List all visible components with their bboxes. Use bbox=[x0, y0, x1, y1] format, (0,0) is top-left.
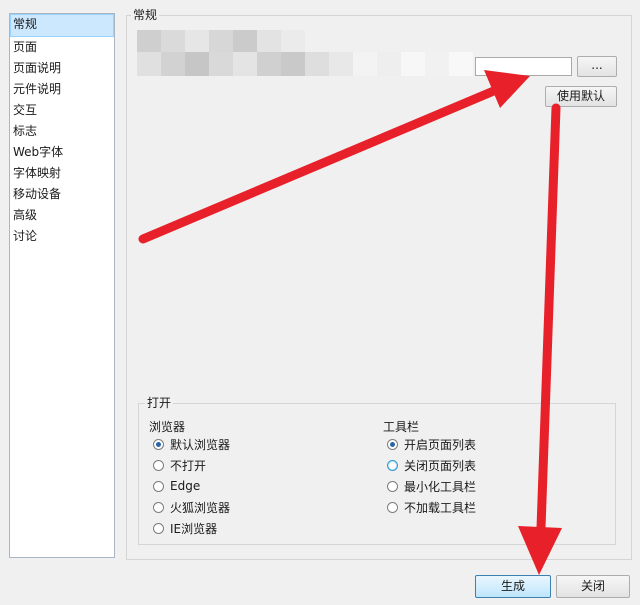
sidebar-item-mobile[interactable]: 移动设备 bbox=[10, 184, 114, 205]
sidebar-item-widget-notes[interactable]: 元件说明 bbox=[10, 79, 114, 100]
radio-button[interactable] bbox=[387, 459, 398, 471]
radio-button[interactable] bbox=[387, 480, 398, 492]
radio-label: IE浏览器 bbox=[170, 521, 218, 536]
sidebar-item-font-mappings[interactable]: 字体映射 bbox=[10, 163, 114, 184]
sidebar-item-interactions[interactable]: 交互 bbox=[10, 100, 114, 121]
radio-button[interactable] bbox=[153, 501, 164, 513]
radio-do-not-open[interactable]: 不打开 bbox=[153, 455, 206, 475]
sidebar-item-logo[interactable]: 标志 bbox=[10, 121, 114, 142]
radio-label: 不打开 bbox=[170, 458, 207, 473]
radio-label: 开启页面列表 bbox=[404, 437, 477, 452]
output-path-input[interactable] bbox=[475, 57, 572, 76]
radio-button[interactable] bbox=[153, 522, 164, 534]
radio-label: 火狐浏览器 bbox=[170, 500, 231, 515]
open-group-title: 打开 bbox=[145, 396, 174, 410]
radio-no-toolbar[interactable]: 不加载工具栏 bbox=[387, 497, 476, 517]
radio-minimize-toolbar[interactable]: 最小化工具栏 bbox=[387, 476, 476, 496]
radio-default-browser[interactable]: 默认浏览器 bbox=[153, 434, 230, 454]
radio-button[interactable] bbox=[153, 438, 164, 450]
browse-button[interactable]: ... bbox=[577, 56, 617, 77]
radio-label: 不加载工具栏 bbox=[404, 500, 477, 515]
radio-edge[interactable]: Edge bbox=[153, 476, 200, 496]
sidebar-item-page-notes[interactable]: 页面说明 bbox=[10, 58, 114, 79]
radio-button[interactable] bbox=[387, 501, 398, 513]
radio-firefox[interactable]: 火狐浏览器 bbox=[153, 497, 230, 517]
close-button[interactable]: 关闭 bbox=[556, 575, 630, 598]
radio-ie[interactable]: IE浏览器 bbox=[153, 518, 217, 538]
radio-close-page-list[interactable]: 关闭页面列表 bbox=[387, 455, 476, 475]
radio-button[interactable] bbox=[387, 438, 398, 450]
radio-button[interactable] bbox=[153, 459, 164, 471]
use-default-button[interactable]: 使用默认 bbox=[545, 86, 617, 107]
sidebar-item-web-fonts[interactable]: Web字体 bbox=[10, 142, 114, 163]
sidebar-item-advanced[interactable]: 高级 bbox=[10, 205, 114, 226]
sidebar-item-discussion[interactable]: 讨论 bbox=[10, 226, 114, 247]
browser-section-title: 浏览器 bbox=[149, 420, 186, 434]
radio-label: 关闭页面列表 bbox=[404, 458, 477, 473]
radio-label: Edge bbox=[170, 479, 201, 493]
radio-label: 默认浏览器 bbox=[170, 437, 231, 452]
settings-sidebar: 常规 页面 页面说明 元件说明 交互 标志 Web字体 字体映射 移动设备 高级… bbox=[9, 13, 115, 558]
radio-open-page-list[interactable]: 开启页面列表 bbox=[387, 434, 476, 454]
radio-button[interactable] bbox=[153, 480, 164, 492]
radio-label: 最小化工具栏 bbox=[404, 479, 477, 494]
sidebar-item-pages[interactable]: 页面 bbox=[10, 37, 114, 58]
generate-button[interactable]: 生成 bbox=[475, 575, 551, 598]
toolbar-section-title: 工具栏 bbox=[383, 420, 420, 434]
sidebar-item-general[interactable]: 常规 bbox=[10, 14, 114, 37]
general-group-title: 常规 bbox=[131, 8, 160, 22]
